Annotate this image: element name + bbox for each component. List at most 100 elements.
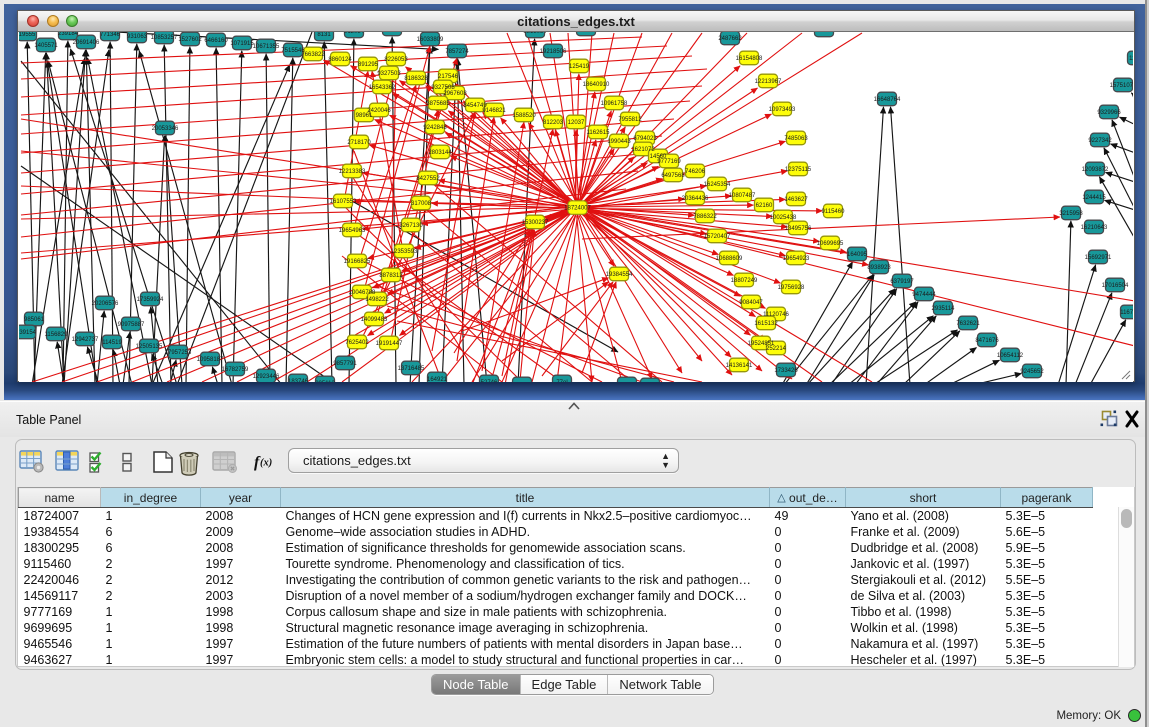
svg-text:90975887: 90975887	[118, 322, 145, 328]
svg-text:19191447: 19191447	[376, 341, 403, 347]
svg-text:14136141: 14136141	[726, 363, 753, 369]
svg-text:11120746: 11120746	[763, 312, 789, 318]
svg-text:10961758: 10961758	[601, 101, 628, 107]
svg-text:7663822: 7663822	[301, 52, 325, 58]
svg-text:1071915: 1071915	[230, 41, 254, 47]
svg-text:8938923: 8938923	[867, 265, 891, 271]
svg-text:12942737: 12942737	[72, 337, 99, 343]
svg-text:9777169: 9777169	[657, 159, 681, 165]
svg-text:13716485: 13716485	[398, 366, 425, 372]
svg-text:18640910: 18640910	[583, 82, 610, 88]
svg-text:18724007: 18724007	[564, 206, 591, 212]
svg-text:7886322: 7886322	[693, 214, 717, 220]
svg-text:7857274: 7857274	[445, 49, 469, 55]
svg-text:771346: 771346	[100, 32, 121, 38]
svg-text:8878312: 8878312	[379, 273, 403, 279]
svg-text:81304: 81304	[578, 32, 595, 33]
svg-text:1733426: 1733426	[774, 368, 798, 374]
svg-text:125419: 125419	[569, 64, 590, 70]
svg-text:10654112: 10654112	[997, 353, 1024, 359]
svg-text:12923446: 12923446	[253, 374, 280, 380]
svg-text:317008: 317008	[411, 201, 432, 207]
svg-text:2487662: 2487662	[718, 36, 742, 42]
svg-text:9115460: 9115460	[822, 209, 846, 215]
svg-text:16107553: 16107553	[330, 199, 357, 205]
svg-text:20691406: 20691406	[73, 40, 100, 46]
svg-text:164921: 164921	[427, 377, 448, 382]
svg-text:1615132: 1615132	[754, 321, 778, 327]
svg-text:6497568: 6497568	[661, 173, 685, 179]
svg-text:3267130: 3267130	[399, 223, 423, 229]
svg-text:912054: 912054	[344, 32, 365, 35]
svg-text:10688609: 10688609	[716, 256, 743, 262]
svg-text:3875685: 3875685	[426, 101, 450, 107]
svg-text:187335: 187335	[814, 32, 835, 34]
svg-text:6466160: 6466160	[204, 38, 228, 44]
svg-text:13495756: 13495756	[785, 226, 812, 232]
svg-text:17957253: 17957253	[165, 350, 192, 356]
svg-text:7955812: 7955812	[618, 117, 642, 123]
svg-text:15720407: 15720407	[704, 234, 731, 240]
svg-text:1156829: 1156829	[45, 332, 69, 338]
svg-text:11125: 11125	[1129, 56, 1133, 62]
svg-text:15751074: 15751074	[1110, 83, 1133, 89]
svg-text:2935114: 2935114	[932, 306, 956, 312]
svg-text:8860124: 8860124	[328, 57, 352, 63]
svg-text:939154: 939154	[19, 330, 37, 336]
svg-text:(x): (x)	[260, 458, 272, 469]
svg-text:19654963: 19654963	[339, 228, 366, 234]
svg-text:9327503: 9327503	[377, 71, 401, 77]
svg-text:1621072: 1621072	[631, 147, 655, 153]
svg-text:9857791: 9857791	[333, 361, 357, 367]
svg-text:16543362: 16543362	[369, 85, 396, 91]
svg-text:9227342: 9227342	[1088, 138, 1112, 144]
svg-text:116753: 116753	[1120, 310, 1133, 316]
svg-text:10973493: 10973493	[769, 107, 796, 113]
svg-text:10671355: 10671355	[253, 44, 280, 50]
svg-text:16245354: 16245354	[704, 182, 731, 188]
svg-text:2967608: 2967608	[443, 91, 467, 97]
svg-text:2718170: 2718170	[347, 140, 371, 146]
svg-text:1588520: 1588520	[512, 113, 536, 119]
svg-text:217546: 217546	[438, 74, 459, 80]
svg-text:1990443: 1990443	[607, 139, 631, 145]
svg-text:10046788: 10046788	[349, 290, 376, 296]
svg-text:9084047: 9084047	[739, 300, 763, 306]
svg-text:183746: 183746	[288, 379, 309, 382]
svg-text:12213383: 12213383	[339, 169, 366, 175]
svg-text:8131: 8131	[317, 32, 331, 38]
svg-text:20053346: 20053346	[152, 126, 179, 132]
svg-text:52746: 52746	[481, 380, 498, 382]
svg-text:77el: 77el	[556, 380, 567, 382]
svg-text:9329966: 9329966	[1097, 110, 1121, 116]
svg-text:205113: 205113	[315, 381, 335, 382]
svg-text:17016504: 17016504	[1102, 283, 1129, 289]
svg-text:10853257: 10853257	[151, 35, 178, 41]
svg-text:19756928: 19756928	[778, 285, 805, 291]
svg-text:12213967: 12213967	[755, 79, 782, 85]
svg-text:985061: 985061	[24, 317, 45, 323]
svg-text:2803144: 2803144	[428, 150, 452, 156]
svg-text:8226053: 8226053	[384, 57, 408, 63]
svg-text:12353593: 12353593	[391, 249, 418, 255]
svg-text:62160: 62160	[756, 203, 773, 209]
svg-text:812203: 812203	[543, 120, 564, 126]
svg-text:931063: 931063	[127, 34, 148, 40]
svg-text:3215958: 3215958	[1059, 211, 1083, 217]
svg-text:12375115: 12375115	[785, 167, 812, 173]
svg-text:12093872: 12093872	[1082, 167, 1109, 173]
svg-text:19384554: 19384554	[606, 272, 633, 278]
svg-text:9245652: 9245652	[1020, 369, 1044, 375]
svg-text:7632621: 7632621	[956, 321, 980, 327]
svg-text:164095: 164095	[847, 252, 868, 258]
svg-text:19166825: 19166825	[344, 259, 371, 265]
svg-text:20206576: 20206576	[92, 301, 119, 307]
svg-text:7485063: 7485063	[784, 136, 808, 142]
svg-text:764291: 764291	[382, 32, 403, 33]
svg-text:6379197: 6379197	[890, 279, 914, 285]
svg-text:239184: 239184	[58, 32, 79, 37]
svg-text:14099483: 14099483	[361, 317, 388, 323]
svg-text:1244415: 1244415	[1082, 195, 1106, 201]
svg-text:15692971: 15692971	[1085, 255, 1112, 261]
svg-text:8813054: 8813054	[523, 32, 547, 35]
